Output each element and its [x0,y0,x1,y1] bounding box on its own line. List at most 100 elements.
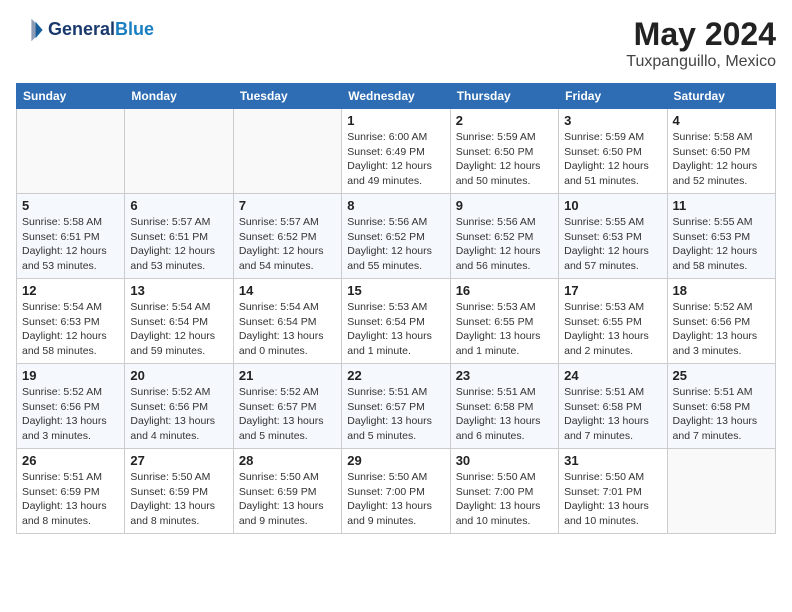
day-number: 19 [22,368,119,383]
day-cell: 3 Sunrise: 5:59 AM Sunset: 6:50 PM Daylig… [559,109,667,194]
day-info: Sunrise: 5:51 AM Sunset: 6:59 PM Dayligh… [22,470,119,529]
day-number: 7 [239,198,336,213]
day-number: 23 [456,368,553,383]
day-info: Sunrise: 5:52 AM Sunset: 6:57 PM Dayligh… [239,385,336,444]
title-block: May 2024 Tuxpanguillo, Mexico [626,16,776,71]
day-cell: 24 Sunrise: 5:51 AM Sunset: 6:58 PM Dayli… [559,364,667,449]
day-cell: 22 Sunrise: 5:51 AM Sunset: 6:57 PM Dayli… [342,364,450,449]
day-number: 20 [130,368,227,383]
day-number: 17 [564,283,661,298]
day-number: 27 [130,453,227,468]
calendar-body: 1 Sunrise: 6:00 AM Sunset: 6:49 PM Daylig… [17,109,776,534]
day-cell: 8Sunrise: 5:56 AM Sunset: 6:52 PM Daylig… [342,194,450,279]
logo-icon [16,16,44,44]
day-number: 14 [239,283,336,298]
day-cell: 31Sunrise: 5:50 AM Sunset: 7:01 PM Dayli… [559,449,667,534]
calendar: SundayMondayTuesdayWednesdayThursdayFrid… [16,83,776,534]
day-info: Sunrise: 5:50 AM Sunset: 7:01 PM Dayligh… [564,470,661,529]
day-cell: 28 Sunrise: 5:50 AM Sunset: 6:59 PM Dayli… [233,449,341,534]
day-number: 1 [347,113,444,128]
weekday-sunday: Sunday [17,84,125,109]
day-cell: 7 Sunrise: 5:57 AM Sunset: 6:52 PM Daylig… [233,194,341,279]
day-info: Sunrise: 5:56 AM Sunset: 6:52 PM Dayligh… [456,215,553,274]
day-info: Sunrise: 6:00 AM Sunset: 6:49 PM Dayligh… [347,130,444,189]
weekday-friday: Friday [559,84,667,109]
day-cell: 17 Sunrise: 5:53 AM Sunset: 6:55 PM Dayli… [559,279,667,364]
day-number: 25 [673,368,770,383]
day-info: Sunrise: 5:50 AM Sunset: 7:00 PM Dayligh… [456,470,553,529]
day-cell: 27 Sunrise: 5:50 AM Sunset: 6:59 PM Dayli… [125,449,233,534]
weekday-wednesday: Wednesday [342,84,450,109]
day-number: 6 [130,198,227,213]
day-cell: 15 Sunrise: 5:53 AM Sunset: 6:54 PM Dayli… [342,279,450,364]
weekday-thursday: Thursday [450,84,558,109]
location: Tuxpanguillo, Mexico [626,53,776,71]
day-cell: 14 Sunrise: 5:54 AM Sunset: 6:54 PM Dayli… [233,279,341,364]
week-row-2: 5Sunrise: 5:58 AM Sunset: 6:51 PM Daylig… [17,194,776,279]
day-info: Sunrise: 5:51 AM Sunset: 6:58 PM Dayligh… [456,385,553,444]
weekday-saturday: Saturday [667,84,775,109]
day-info: Sunrise: 5:55 AM Sunset: 6:53 PM Dayligh… [564,215,661,274]
day-number: 2 [456,113,553,128]
day-info: Sunrise: 5:54 AM Sunset: 6:54 PM Dayligh… [239,300,336,359]
day-info: Sunrise: 5:57 AM Sunset: 6:51 PM Dayligh… [130,215,227,274]
day-number: 18 [673,283,770,298]
month-year: May 2024 [626,16,776,53]
day-cell: 20Sunrise: 5:52 AM Sunset: 6:56 PM Dayli… [125,364,233,449]
day-number: 12 [22,283,119,298]
day-number: 24 [564,368,661,383]
day-info: Sunrise: 5:51 AM Sunset: 6:57 PM Dayligh… [347,385,444,444]
day-number: 3 [564,113,661,128]
week-row-5: 26 Sunrise: 5:51 AM Sunset: 6:59 PM Dayli… [17,449,776,534]
day-info: Sunrise: 5:54 AM Sunset: 6:54 PM Dayligh… [130,300,227,359]
day-info: Sunrise: 5:50 AM Sunset: 6:59 PM Dayligh… [239,470,336,529]
day-number: 30 [456,453,553,468]
day-info: Sunrise: 5:52 AM Sunset: 6:56 PM Dayligh… [673,300,770,359]
day-info: Sunrise: 5:57 AM Sunset: 6:52 PM Dayligh… [239,215,336,274]
day-number: 26 [22,453,119,468]
day-cell: 19 Sunrise: 5:52 AM Sunset: 6:56 PM Dayli… [17,364,125,449]
day-cell: 2 Sunrise: 5:59 AM Sunset: 6:50 PM Daylig… [450,109,558,194]
logo-text: GeneralBlue [48,20,154,40]
day-info: Sunrise: 5:51 AM Sunset: 6:58 PM Dayligh… [673,385,770,444]
day-cell: 6 Sunrise: 5:57 AM Sunset: 6:51 PM Daylig… [125,194,233,279]
day-info: Sunrise: 5:59 AM Sunset: 6:50 PM Dayligh… [564,130,661,189]
day-info: Sunrise: 5:54 AM Sunset: 6:53 PM Dayligh… [22,300,119,359]
day-cell: 25 Sunrise: 5:51 AM Sunset: 6:58 PM Dayli… [667,364,775,449]
day-info: Sunrise: 5:51 AM Sunset: 6:58 PM Dayligh… [564,385,661,444]
week-row-1: 1 Sunrise: 6:00 AM Sunset: 6:49 PM Daylig… [17,109,776,194]
day-info: Sunrise: 5:52 AM Sunset: 6:56 PM Dayligh… [22,385,119,444]
day-cell [125,109,233,194]
day-cell: 12 Sunrise: 5:54 AM Sunset: 6:53 PM Dayli… [17,279,125,364]
day-cell: 5Sunrise: 5:58 AM Sunset: 6:51 PM Daylig… [17,194,125,279]
day-number: 10 [564,198,661,213]
day-number: 5 [22,198,119,213]
day-cell [17,109,125,194]
day-cell: 11 Sunrise: 5:55 AM Sunset: 6:53 PM Dayli… [667,194,775,279]
day-number: 16 [456,283,553,298]
day-number: 15 [347,283,444,298]
day-number: 29 [347,453,444,468]
day-info: Sunrise: 5:50 AM Sunset: 6:59 PM Dayligh… [130,470,227,529]
page-header: GeneralBlue May 2024 Tuxpanguillo, Mexic… [16,16,776,71]
day-cell: 23 Sunrise: 5:51 AM Sunset: 6:58 PM Dayli… [450,364,558,449]
day-number: 13 [130,283,227,298]
day-cell: 26 Sunrise: 5:51 AM Sunset: 6:59 PM Dayli… [17,449,125,534]
day-cell [233,109,341,194]
day-cell [667,449,775,534]
day-cell: 30 Sunrise: 5:50 AM Sunset: 7:00 PM Dayli… [450,449,558,534]
day-number: 22 [347,368,444,383]
day-info: Sunrise: 5:53 AM Sunset: 6:54 PM Dayligh… [347,300,444,359]
day-info: Sunrise: 5:55 AM Sunset: 6:53 PM Dayligh… [673,215,770,274]
day-cell: 9Sunrise: 5:56 AM Sunset: 6:52 PM Daylig… [450,194,558,279]
day-cell: 1 Sunrise: 6:00 AM Sunset: 6:49 PM Daylig… [342,109,450,194]
day-cell: 16Sunrise: 5:53 AM Sunset: 6:55 PM Dayli… [450,279,558,364]
day-info: Sunrise: 5:50 AM Sunset: 7:00 PM Dayligh… [347,470,444,529]
day-info: Sunrise: 5:56 AM Sunset: 6:52 PM Dayligh… [347,215,444,274]
day-info: Sunrise: 5:59 AM Sunset: 6:50 PM Dayligh… [456,130,553,189]
day-info: Sunrise: 5:53 AM Sunset: 6:55 PM Dayligh… [564,300,661,359]
day-number: 28 [239,453,336,468]
day-cell: 4Sunrise: 5:58 AM Sunset: 6:50 PM Daylig… [667,109,775,194]
day-number: 11 [673,198,770,213]
day-cell: 29 Sunrise: 5:50 AM Sunset: 7:00 PM Dayli… [342,449,450,534]
